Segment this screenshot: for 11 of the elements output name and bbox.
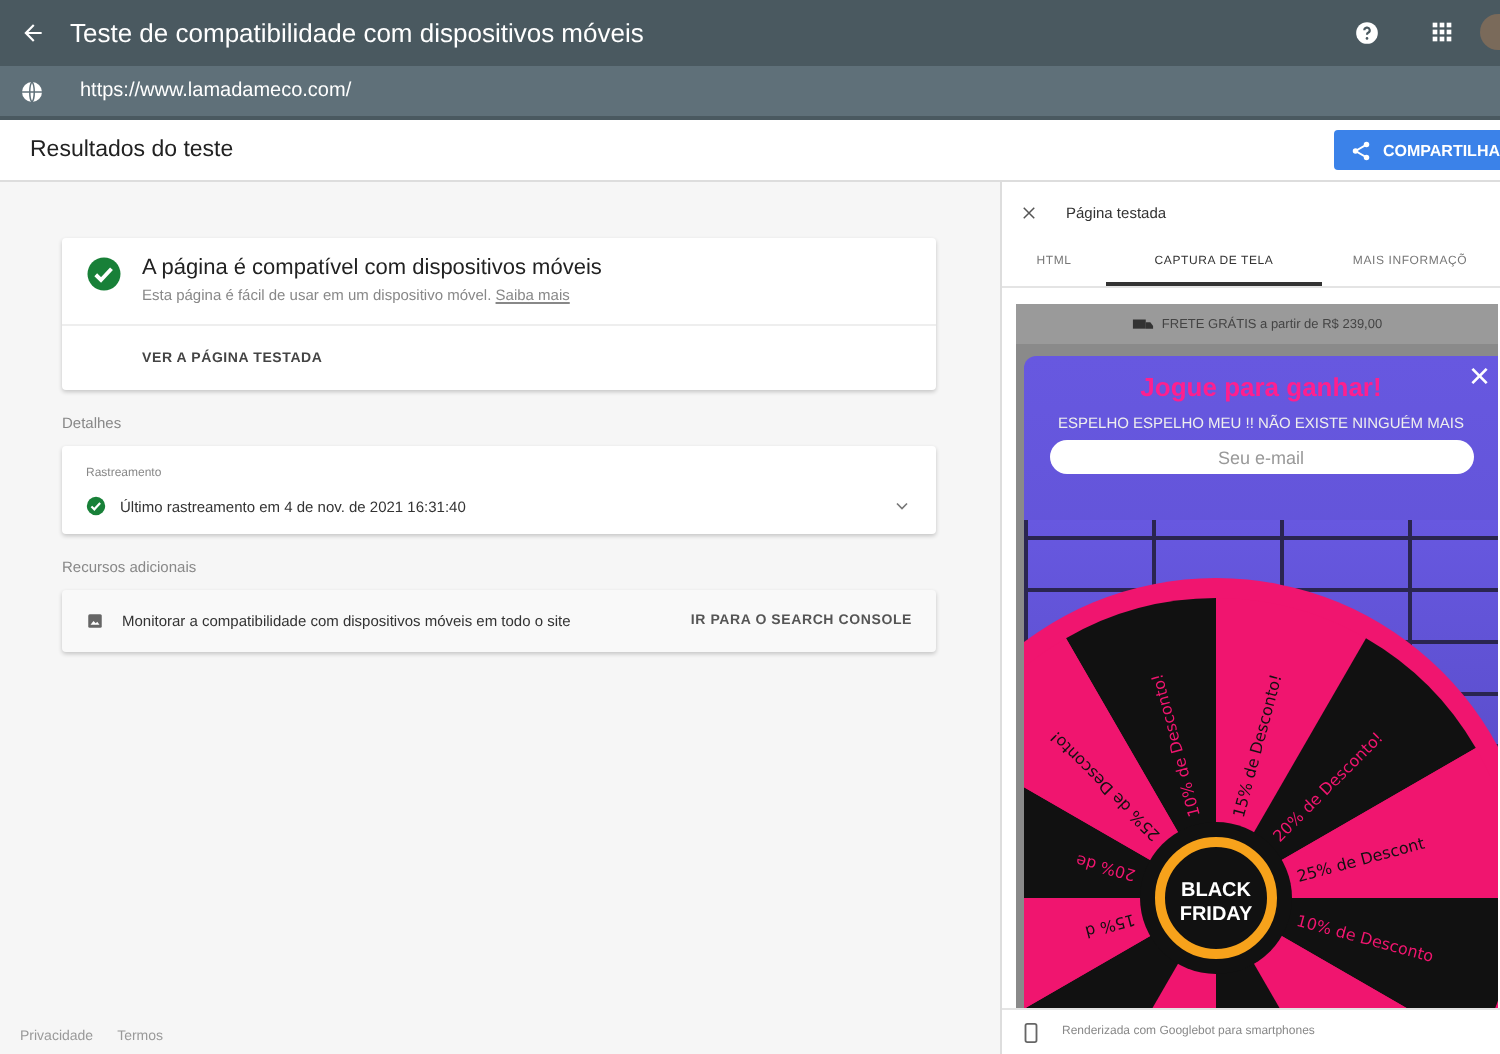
- page-heading: Resultados do teste: [30, 138, 236, 162]
- share-button[interactable]: COMPARTILHA: [1334, 130, 1500, 170]
- url-text: https://www.lamadameco.com/: [80, 80, 352, 102]
- wheel-label: 25% de Descont: [1295, 834, 1427, 886]
- wheel-label: 20% de: [1074, 850, 1138, 884]
- popup-title: Jogue para ganhar!: [1140, 372, 1382, 402]
- result-title: A página é compatível com dispositivos móveis: [142, 256, 602, 280]
- email-field[interactable]: Seu e-mail: [1049, 440, 1473, 474]
- close-button[interactable]: ×: [1468, 358, 1490, 394]
- wheel-label: 15% d: [1083, 910, 1137, 941]
- app-title: Teste de compatibilidade com dispositivos móveis: [70, 17, 646, 47]
